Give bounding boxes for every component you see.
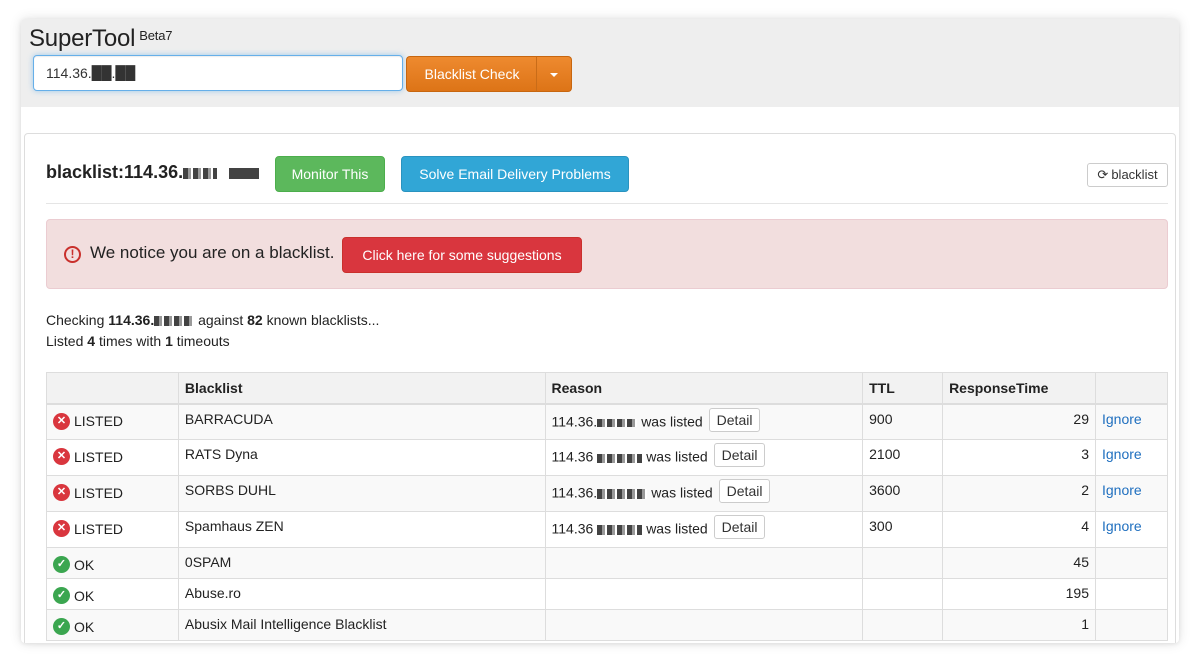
blacklist-name: BARRACUDA — [177, 403, 546, 440]
response-time-value: 45 — [942, 547, 1096, 579]
caret-down-icon — [550, 73, 558, 77]
ttl-value: 2100 — [862, 439, 944, 476]
check-icon: ✓ — [53, 556, 70, 573]
refresh-label: blacklist — [1111, 167, 1158, 182]
error-x-icon: ✕ — [53, 520, 70, 537]
summary-line-checking: Checking 114.36. against 82 known blackl… — [46, 312, 380, 328]
response-time-value: 2 — [942, 475, 1096, 512]
detail-button[interactable]: Detail — [713, 515, 766, 539]
check-icon: ✓ — [53, 618, 70, 635]
redaction-mask — [597, 489, 648, 499]
exclamation-icon: ! — [64, 246, 81, 263]
ignore-link[interactable]: Ignore — [1102, 411, 1142, 427]
ignore-link[interactable]: Ignore — [1102, 518, 1142, 534]
top-bar: SuperToolBeta7 Blacklist Check — [21, 19, 1179, 107]
error-x-icon: ✕ — [53, 412, 70, 430]
panel-header: blacklist:114.36. Monitor This Solve Ema… — [46, 156, 1168, 204]
reason-cell — [544, 578, 864, 610]
ignore-link[interactable]: Ignore — [1102, 482, 1142, 498]
response-time-value: 3 — [942, 439, 1096, 476]
reason-cell — [544, 609, 864, 641]
response-time-value: 195 — [942, 578, 1096, 610]
ip-search-input[interactable] — [33, 55, 403, 91]
col-action — [1095, 372, 1168, 405]
col-reason: Reason — [544, 372, 864, 405]
redaction-mask — [229, 167, 260, 179]
alert-message: We notice you are on a blacklist. — [90, 243, 335, 262]
detail-button[interactable]: Detail — [713, 443, 766, 467]
error-x-icon: ✕ — [53, 448, 70, 465]
page-title: blacklist:114.36. — [46, 162, 260, 183]
monitor-this-button[interactable]: Monitor This — [275, 156, 385, 192]
col-status — [46, 372, 179, 405]
brand: SuperTool Beta7 — [29, 25, 172, 53]
check-options-dropdown-button[interactable] — [536, 56, 572, 92]
results-panel: blacklist:114.36. Monitor This Solve Ema… — [24, 133, 1176, 643]
blacklist-name: Abusix Mail Intelligence Blacklist — [177, 609, 546, 641]
table-row: ✓ OK Abusix Mail Intelligence Blacklist 1 — [46, 609, 1168, 641]
reason-cell: 114.36 was listed Detail — [544, 439, 864, 476]
refresh-blacklist-button[interactable]: ⟳ blacklist — [1087, 163, 1168, 187]
blacklist-name: 0SPAM — [177, 547, 546, 579]
results-table: Blacklist Reason TTL ResponseTime ✕ LISTE… — [46, 372, 1168, 641]
redaction-mask — [597, 418, 638, 427]
blacklist-name: RATS Dyna — [177, 439, 546, 476]
response-time-value: 4 — [942, 511, 1096, 548]
table-row: ✕ LISTED BARRACUDA 114.36. was listed Detai… — [46, 403, 1168, 440]
col-blacklist: Blacklist — [177, 372, 546, 405]
ttl-value: 900 — [862, 403, 944, 440]
page-title-text: blacklist:114.36. — [46, 162, 184, 182]
table-row: ✕ LISTED SORBS DUHL 114.36. was listed Deta… — [46, 475, 1168, 512]
suggestions-button[interactable]: Click here for some suggestions — [342, 237, 582, 273]
table-row: ✓ OK 0SPAM 45 — [46, 547, 1168, 579]
redaction-mask — [597, 525, 643, 535]
blacklist-check-button[interactable]: Blacklist Check — [406, 56, 537, 92]
redaction-mask — [183, 167, 218, 179]
reason-cell: 114.36. was listed Detail — [544, 403, 864, 440]
ttl-value — [862, 578, 944, 610]
reason-cell — [544, 547, 864, 579]
col-response-time: ResponseTime — [942, 372, 1096, 405]
check-summary: Checking 114.36. against 82 known blackl… — [46, 310, 379, 352]
ttl-value — [862, 609, 944, 641]
response-time-value: 29 — [942, 403, 1096, 440]
response-time-value: 1 — [942, 609, 1096, 641]
detail-button[interactable]: Detail — [708, 407, 761, 432]
table-header-row: Blacklist Reason TTL ResponseTime — [46, 372, 1168, 405]
check-icon: ✓ — [53, 587, 70, 604]
table-row: ✕ LISTED Spamhaus ZEN 114.36 was listed De… — [46, 511, 1168, 548]
action-cell — [1095, 578, 1168, 610]
table-row: ✓ OK Abuse.ro 195 — [46, 578, 1168, 610]
ttl-value — [862, 547, 944, 579]
app-window: SuperToolBeta7 Blacklist Check blacklist… — [21, 19, 1179, 643]
table-row: ✕ LISTED RATS Dyna 114.36 was listed Detai… — [46, 439, 1168, 476]
summary-line-listed: Listed 4 times with 1 timeouts — [46, 333, 230, 349]
blacklist-name: SORBS DUHL — [177, 475, 546, 512]
redaction-mask — [154, 316, 195, 327]
action-cell — [1095, 547, 1168, 579]
ttl-value: 300 — [862, 511, 944, 548]
blacklist-name: Spamhaus ZEN — [177, 511, 546, 548]
brand-name: SuperTool — [29, 25, 136, 52]
blacklist-name: Abuse.ro — [177, 578, 546, 610]
reason-cell: 114.36. was listed Detail — [544, 475, 864, 512]
redaction-mask — [597, 453, 643, 463]
ignore-link[interactable]: Ignore — [1102, 446, 1142, 462]
brand-version: Beta7 — [139, 28, 173, 43]
refresh-icon: ⟳ — [1097, 167, 1109, 182]
blacklist-alert: ! We notice you are on a blacklist. Clic… — [46, 219, 1168, 289]
col-ttl: TTL — [862, 372, 944, 405]
detail-button[interactable]: Detail — [718, 479, 771, 503]
ttl-value: 3600 — [862, 475, 944, 512]
error-x-icon: ✕ — [53, 484, 70, 501]
reason-cell: 114.36 was listed Detail — [544, 511, 864, 548]
results-table-wrap: Blacklist Reason TTL ResponseTime ✕ LISTE… — [46, 372, 1168, 641]
action-cell — [1095, 609, 1168, 641]
solve-email-delivery-button[interactable]: Solve Email Delivery Problems — [401, 156, 629, 192]
